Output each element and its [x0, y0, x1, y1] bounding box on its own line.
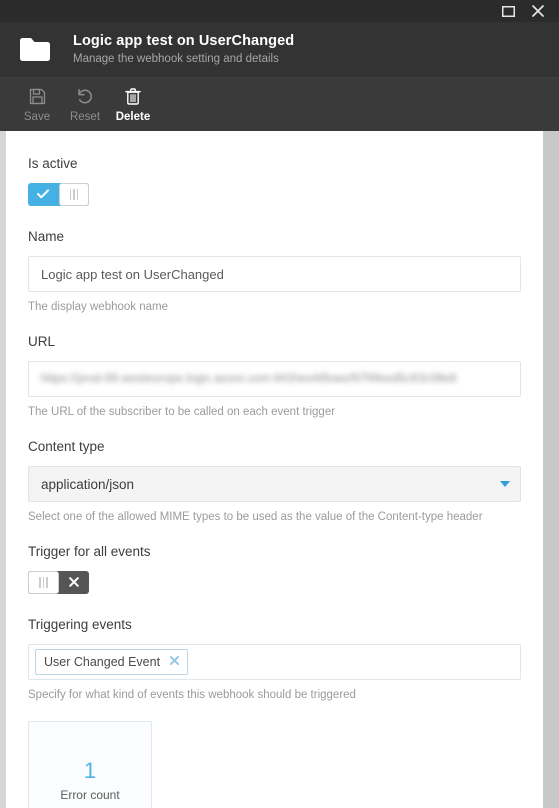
floppy-disk-icon	[29, 86, 46, 106]
check-icon	[37, 188, 50, 201]
toggle-on-side	[28, 183, 59, 206]
vertical-scrollbar-thumb[interactable]	[543, 131, 559, 808]
content-type-value: application/json	[41, 476, 135, 492]
name-input[interactable]: Logic app test on UserChanged	[28, 256, 521, 292]
error-count-label: Error count	[60, 788, 120, 802]
settings-form: Is active Name Logic app test on UserCha…	[6, 131, 543, 808]
page-subtitle: Manage the webhook setting and details	[73, 53, 279, 65]
triggering-events-label: Triggering events	[28, 617, 132, 632]
content-type-hint: Select one of the allowed MIME types to …	[28, 511, 483, 523]
save-button[interactable]: Save	[13, 84, 61, 124]
webhook-settings-window: Logic app test on UserChanged Manage the…	[0, 0, 559, 808]
triggering-events-hint: Specify for what kind of events this web…	[28, 689, 356, 701]
error-count-card[interactable]: 1 Error count	[28, 721, 152, 808]
triggering-events-input[interactable]: User Changed Event	[28, 644, 521, 680]
trash-can-icon	[125, 86, 141, 106]
url-label: URL	[28, 334, 56, 349]
field-trigger-all-events: Trigger for all events	[28, 543, 521, 594]
url-hint: The URL of the subscriber to be called o…	[28, 406, 336, 418]
error-count-value: 1	[83, 758, 97, 783]
page-title: Logic app test on UserChanged	[73, 33, 295, 49]
field-is-active: Is active	[28, 155, 521, 206]
reset-button[interactable]: Reset	[61, 84, 109, 124]
delete-button[interactable]: Delete	[109, 84, 157, 124]
grip-icon	[69, 189, 78, 200]
restore-window-button[interactable]	[493, 0, 523, 22]
name-hint: The display webhook name	[28, 301, 168, 313]
is-active-label: Is active	[28, 156, 78, 171]
event-tag[interactable]: User Changed Event	[35, 649, 189, 675]
trigger-all-label: Trigger for all events	[28, 544, 151, 559]
is-active-toggle[interactable]	[28, 183, 89, 206]
folder-icon	[15, 33, 55, 67]
toggle-off-side	[59, 571, 90, 594]
chevron-down-icon	[500, 481, 510, 487]
url-input[interactable]: https://prod-69.westeurope.logic.azure.c…	[28, 361, 521, 397]
close-icon[interactable]	[170, 656, 179, 668]
name-input-value: Logic app test on UserChanged	[41, 266, 224, 282]
content-type-label: Content type	[28, 439, 105, 454]
window-titlebar	[0, 0, 559, 22]
trigger-all-toggle[interactable]	[28, 571, 89, 594]
field-content-type: Content type application/json Select one…	[28, 438, 521, 525]
save-button-label: Save	[23, 111, 51, 123]
header-text-block: Logic app test on UserChanged Manage the…	[73, 32, 294, 67]
undo-arrow-icon	[76, 86, 94, 106]
vertical-scrollbar[interactable]	[543, 131, 559, 808]
field-triggering-events: Triggering events User Changed Event Spe…	[28, 616, 521, 703]
toggle-handle[interactable]	[58, 183, 89, 206]
grip-icon	[39, 577, 48, 588]
toggle-handle[interactable]	[28, 571, 59, 594]
content-type-select[interactable]: application/json	[28, 466, 521, 502]
name-label: Name	[28, 229, 65, 244]
action-toolbar: Save Reset Delete	[0, 78, 559, 131]
reset-button-label: Reset	[69, 111, 101, 123]
content-area: Is active Name Logic app test on UserCha…	[0, 131, 559, 808]
url-input-value: https://prod-69.westeurope.logic.azure.c…	[41, 373, 457, 385]
field-url: URL https://prod-69.westeurope.logic.azu…	[28, 333, 521, 420]
field-name: Name Logic app test on UserChanged The d…	[28, 228, 521, 315]
close-window-button[interactable]	[523, 0, 553, 22]
page-header: Logic app test on UserChanged Manage the…	[0, 22, 559, 78]
event-tag-label: User Changed Event	[44, 655, 161, 669]
delete-button-label: Delete	[115, 111, 151, 123]
cross-icon	[68, 576, 79, 589]
